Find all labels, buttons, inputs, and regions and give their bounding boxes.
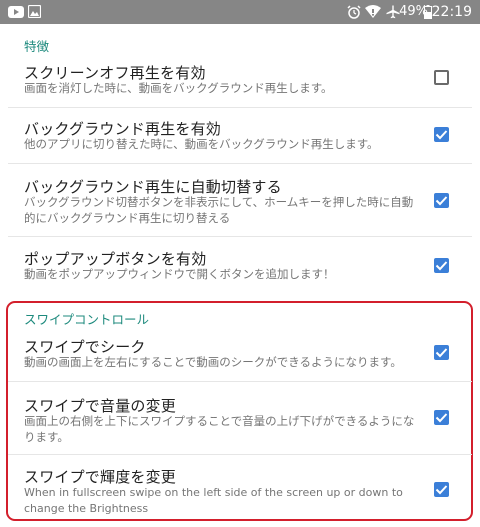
pref-summary: 動画の画面上を左右にすることで動画のシークができるようになります。 [24,355,402,369]
checkbox-screen-off-playback[interactable] [434,70,449,85]
pref-swipe-volume[interactable]: スワイプで音量の変更 画面上の右側を上下にスワイプすることで音量の上げ下げができ… [0,391,480,451]
checkbox-swipe-brightness[interactable] [434,482,449,497]
pref-summary: 動画をポップアップウィンドウで開くボタンを追加します！ [24,267,335,281]
pref-swipe-brightness[interactable]: スワイプで輝度を変更 When in fullscreen swipe on t… [0,462,480,515]
pref-summary: 他のアプリに切り替えた時に、動画をバックグラウンド再生します。 [24,137,379,151]
checkbox-background-playback[interactable] [434,127,449,142]
alarm-icon [347,5,361,19]
section-header-features: 特徴 [24,39,50,54]
check-icon [435,261,448,271]
checkbox-swipe-volume[interactable] [434,410,449,425]
divider [8,236,472,237]
airplane-icon [386,5,400,19]
pref-popup-button[interactable]: ポップアップボタンを有効 動画をポップアップウィンドウで開くボタンを追加します！ [0,244,480,288]
divider [8,107,472,108]
clock: 22:19 [431,4,472,20]
image-icon [28,5,41,18]
check-icon [435,485,448,495]
pref-background-playback[interactable]: バックグラウンド再生を有効 他のアプリに切り替えた時に、動画をバックグラウンド再… [0,114,480,158]
pref-summary: 画面を消灯した時に、動画をバックグラウンド再生します。 [24,81,333,95]
checkbox-auto-background-switch[interactable] [434,193,449,208]
status-bar: 49% 22:19 [0,0,480,24]
checkbox-swipe-seek[interactable] [434,345,449,360]
checkbox-popup-button[interactable] [434,258,449,273]
pref-auto-background-switch[interactable]: バックグラウンド再生に自動切替する バックグラウンド切替ボタンを非表示にして、ホ… [0,172,480,232]
pref-screen-off-playback[interactable]: スクリーンオフ再生を有効 画面を消灯した時に、動画をバックグラウンド再生します。 [0,58,480,102]
pref-title: スワイプで輝度を変更 [24,468,177,486]
check-icon [435,130,448,140]
section-header-swipe-control: スワイプコントロール [24,312,150,327]
pref-summary: 画面上の右側を上下にスワイプすることで音量の上げ下げができるようになります。 [24,414,415,444]
divider [8,381,472,382]
pref-summary: When in fullscreen swipe on the left sid… [24,486,403,515]
check-icon [435,348,448,358]
check-icon [435,413,448,423]
pref-swipe-seek[interactable]: スワイプでシーク 動画の画面上を左右にすることで動画のシークができるようになりま… [0,332,480,376]
divider [8,163,472,164]
pref-summary: バックグラウンド切替ボタンを非表示にして、ホームキーを押した時に自動的にバックグ… [24,195,414,225]
check-icon [435,196,448,206]
wifi-icon [365,5,381,18]
youtube-icon [8,6,24,18]
divider [8,454,472,455]
